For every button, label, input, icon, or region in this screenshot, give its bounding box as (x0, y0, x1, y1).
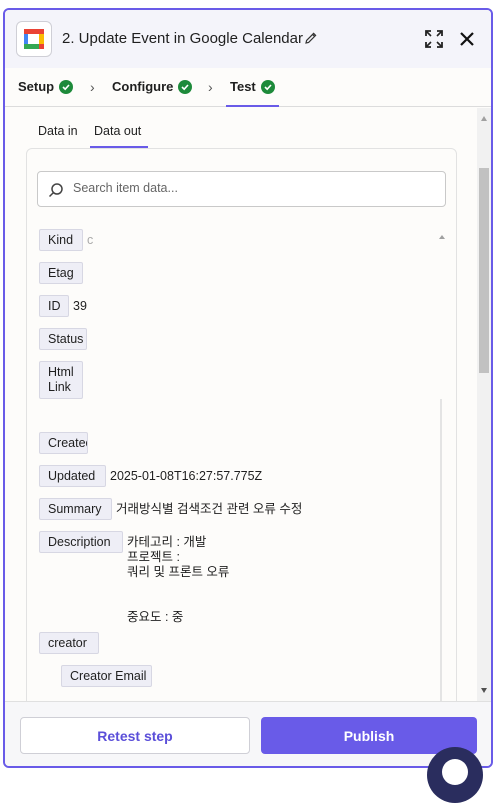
field-key: Html Link (39, 361, 83, 399)
list-item: ID 39 (39, 295, 87, 317)
data-out-panel: Kind c Etag ID 39 Status Html Link (26, 148, 457, 708)
step-editor-panel: 2. Update Event in Google Calendar Setup… (3, 8, 493, 768)
data-list: Kind c Etag ID 39 Status Html Link Creat… (27, 229, 447, 707)
close-icon[interactable] (456, 28, 478, 50)
step-tabs: Setup › Configure › Test (5, 68, 491, 107)
panel-footer: Retest step Publish (5, 701, 491, 766)
list-item: Html Link (39, 361, 87, 399)
list-item: Creator Email (61, 665, 156, 687)
chat-icon (442, 759, 468, 785)
page-title: 2. Update Event in Google Calendar (62, 30, 303, 47)
pencil-icon[interactable] (304, 31, 318, 45)
test-content: Data in Data out Kind c Etag (5, 108, 491, 708)
list-item: Status (39, 328, 91, 350)
search-input[interactable] (73, 181, 433, 195)
field-key: Description (39, 531, 123, 553)
list-item: creator (39, 632, 103, 654)
tab-test[interactable]: Test (226, 79, 279, 107)
retest-step-button[interactable]: Retest step (20, 717, 250, 754)
tab-setup-label: Setup (18, 79, 55, 94)
tab-setup[interactable]: Setup (18, 79, 74, 107)
field-value: c (87, 233, 94, 247)
tab-test-label: Test (230, 79, 256, 94)
tab-configure-label: Configure (112, 79, 174, 94)
list-item: Summary 거래방식별 검색조건 관련 오류 수정 (39, 498, 302, 520)
field-key: ID (39, 295, 69, 317)
subtab-data-out[interactable]: Data out (90, 124, 148, 148)
field-value: 거래방식별 검색조건 관련 오류 수정 (116, 502, 303, 516)
list-item: Description 카테고리 : 개발 프로젝트 : 쿼리 및 프론트 오류… (39, 531, 229, 625)
list-item: Etag (39, 262, 87, 284)
field-key: Createc (39, 432, 88, 454)
scrollbar-thumb[interactable] (479, 168, 489, 373)
field-value: 카테고리 : 개발 프로젝트 : 쿼리 및 프론트 오류 중요도 : 중 (127, 535, 230, 624)
field-key: Kind (39, 229, 83, 251)
expand-icon[interactable] (423, 28, 445, 50)
list-item: Kind c (39, 229, 93, 251)
subtab-data-in[interactable]: Data in (38, 124, 78, 146)
check-circle-icon (260, 80, 275, 94)
check-circle-icon (59, 80, 74, 94)
field-key: Creator Email (61, 665, 152, 687)
field-key: Etag (39, 262, 83, 284)
chevron-right-icon: › (208, 79, 213, 95)
panel-header: 2. Update Event in Google Calendar (5, 10, 491, 68)
field-key: Summary (39, 498, 112, 520)
chat-launcher-button[interactable] (427, 747, 483, 803)
list-item: Createc (39, 432, 92, 454)
panel-scrollbar[interactable] (477, 108, 491, 701)
check-circle-icon (178, 80, 193, 94)
inner-scrollbar[interactable] (437, 229, 447, 707)
chevron-right-icon: › (90, 79, 95, 95)
field-key: Status (39, 328, 87, 350)
list-item: Updated 2025-01-08T16:27:57.775Z (39, 465, 262, 487)
field-value: 39 (73, 299, 87, 313)
field-value: 2025-01-08T16:27:57.775Z (110, 469, 263, 483)
field-key: Updated (39, 465, 106, 487)
tab-configure[interactable]: Configure (112, 79, 193, 107)
search-icon (48, 182, 64, 198)
field-key: creator (39, 632, 99, 654)
google-calendar-icon (16, 21, 52, 57)
search-box (37, 171, 446, 207)
